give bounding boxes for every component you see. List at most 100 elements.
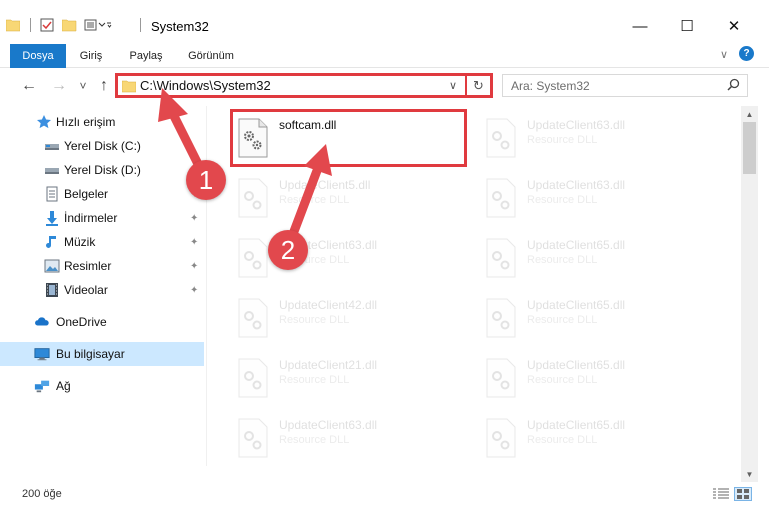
file-item[interactable]: UpdateClient65.dll Resource DLL [479,290,714,342]
downloads-icon [44,210,60,226]
file-item[interactable]: UpdateClient63.dll Resource DLL [479,170,714,222]
sidebar-item-downloads[interactable]: İndirmeler ✦ [0,206,204,230]
sidebar-item-videos[interactable]: Videolar ✦ [0,278,204,302]
navigation-pane: Hızlı erişim Yerel Disk (C:) Yerel Disk … [0,106,206,466]
recent-locations-button[interactable]: ˅ [72,75,94,97]
back-button[interactable]: ← [18,75,40,97]
file-item[interactable]: UpdateClient63.dll Resource DLL [231,230,466,282]
file-item[interactable]: UpdateClient63.dll Resource DLL [479,110,714,162]
sidebar-item-label: Resimler [64,259,112,273]
file-item[interactable]: UpdateClient65.dll Resource DLL [479,230,714,282]
file-type: Resource DLL [527,374,598,386]
sidebar-item-label: OneDrive [56,315,107,329]
sidebar-item-network[interactable]: Ağ [0,374,204,398]
sidebar-item-onedrive[interactable]: OneDrive [0,310,204,334]
file-name: UpdateClient21.dll [279,358,378,372]
file-name: UpdateClient65.dll [527,418,626,432]
address-dropdown-button[interactable]: ∨ [444,76,462,95]
file-name: UpdateClient65.dll [527,358,626,372]
file-name: UpdateClient63.dll [527,118,626,132]
file-type: Resource DLL [279,314,350,326]
file-name: UpdateClient63.dll [279,418,378,432]
window-title: System32 [151,19,209,34]
pin-icon[interactable]: ✦ [190,237,198,248]
minimize-button[interactable]: — [617,12,663,40]
up-button[interactable]: ↑ [93,75,115,97]
tab-view[interactable]: Görünüm [182,44,240,68]
step-number: 1 [198,164,214,195]
sidebar-item-quick-access[interactable]: Hızlı erişim [0,110,204,134]
address-path[interactable]: C:\Windows\System32 [118,76,462,95]
refresh-button[interactable]: ↻ [465,76,490,95]
details-view-button[interactable] [712,487,730,501]
tab-label: Paylaş [129,50,163,62]
forward-button[interactable]: → [48,75,70,97]
dll-file-icon [237,358,269,398]
file-name: UpdateClient63.dll [527,178,626,192]
tab-share[interactable]: Paylaş [123,44,169,68]
maximize-button[interactable]: ☐ [664,12,710,40]
chevron-down-icon: ˅ [79,79,87,93]
file-item[interactable]: UpdateClient42.dll Resource DLL [231,290,466,342]
tab-file[interactable]: Dosya [10,44,66,68]
sidebar-item-drive-d[interactable]: Yerel Disk (D:) [0,158,204,182]
chevron-down-icon: ∨ [448,80,458,92]
onedrive-icon [34,314,50,330]
this-pc-icon [34,346,50,362]
dll-file-icon [237,178,269,218]
dll-file-icon [485,298,517,338]
videos-icon [44,282,60,298]
ribbon-tabs: Dosya Giriş Paylaş Görünüm ∨ ? [0,40,769,68]
dll-file-icon [485,418,517,458]
file-name: UpdateClient65.dll [527,298,626,312]
scroll-up-button[interactable]: ▲ [741,106,758,122]
ribbon-expand-button[interactable]: ∨ [716,46,732,62]
file-highlight-box [230,109,467,167]
search-box[interactable]: Ara: System32 [502,74,748,97]
scroll-thumb[interactable] [743,122,756,174]
tab-home[interactable]: Giriş [70,44,112,68]
file-type: Resource DLL [527,254,598,266]
file-type: Resource DLL [279,194,350,206]
file-type: Resource DLL [527,194,598,206]
drive-d-icon [44,162,60,178]
scroll-down-button[interactable]: ▼ [741,466,758,482]
customize-toolbar-icon[interactable] [84,18,112,32]
pin-icon[interactable]: ✦ [190,213,198,224]
file-type: Resource DLL [527,314,598,326]
close-button[interactable]: ✕ [711,12,757,40]
sidebar-item-label: Müzik [64,235,96,249]
tab-label: Giriş [79,50,103,62]
drive-c-icon [44,138,60,154]
sidebar-item-music[interactable]: Müzik ✦ [0,230,204,254]
address-bar[interactable]: C:\Windows\System32 ∨ ↻ [115,73,493,98]
file-item[interactable]: UpdateClient21.dll Resource DLL [231,350,466,402]
properties-icon[interactable] [40,18,54,32]
pin-icon[interactable]: ✦ [190,261,198,272]
item-count: 200 öğe [22,488,62,500]
file-item[interactable]: UpdateClient5.dll Resource DLL [231,170,466,222]
help-button[interactable]: ? [739,46,754,61]
scroll-up-icon: ▲ [745,109,754,119]
pin-icon[interactable]: ✦ [190,285,198,296]
sidebar-item-label: Yerel Disk (C:) [64,139,141,153]
file-item[interactable]: UpdateClient63.dll Resource DLL [231,410,466,462]
documents-icon [44,186,60,202]
tab-label: Dosya [22,50,54,62]
new-folder-icon[interactable] [61,18,78,32]
scroll-down-icon: ▼ [745,469,754,479]
step-badge-1: 1 [186,160,226,200]
sidebar-item-this-pc[interactable]: Bu bilgisayar [0,342,204,366]
up-arrow-icon: ↑ [100,77,108,94]
sidebar-item-documents[interactable]: Belgeler ✦ [0,182,204,206]
chevron-down-icon: ∨ [719,48,729,61]
sidebar-item-pictures[interactable]: Resimler ✦ [0,254,204,278]
forward-arrow-icon: → [51,77,67,94]
sidebar-item-drive-c[interactable]: Yerel Disk (C:) [0,134,204,158]
dll-file-icon [485,238,517,278]
search-placeholder: Ara: System32 [511,79,590,93]
file-item[interactable]: UpdateClient65.dll Resource DLL [479,410,714,462]
large-icons-view-button[interactable] [734,487,752,501]
file-item[interactable]: UpdateClient65.dll Resource DLL [479,350,714,402]
vertical-scrollbar[interactable]: ▲ ▼ [741,106,758,482]
